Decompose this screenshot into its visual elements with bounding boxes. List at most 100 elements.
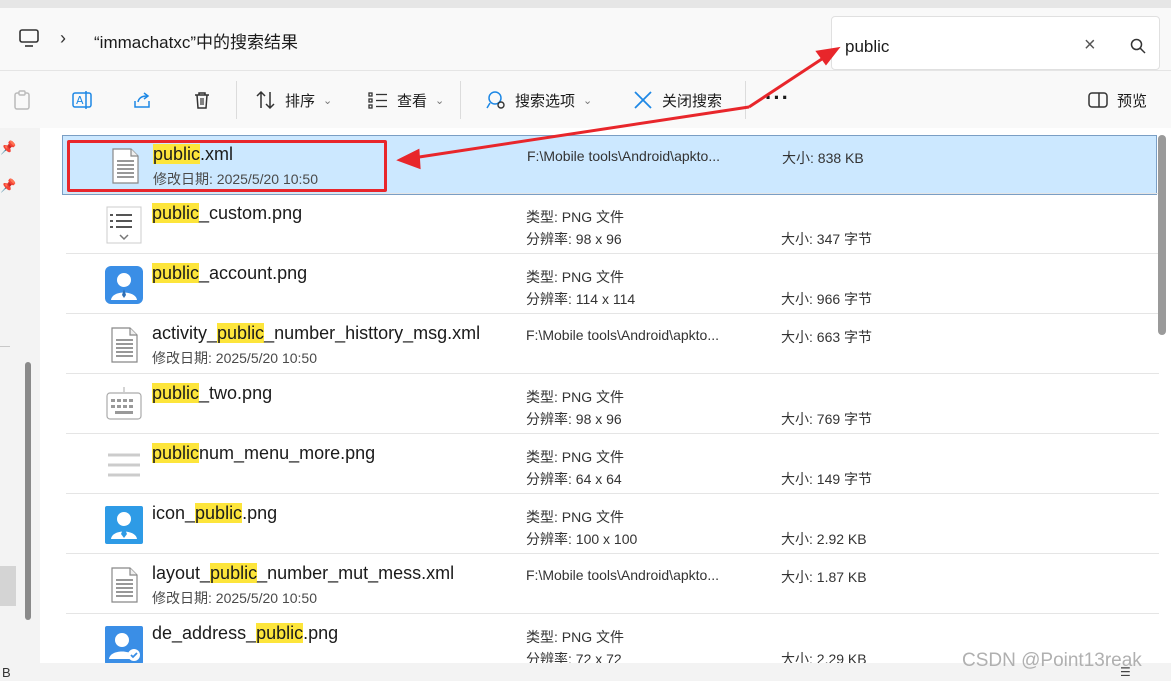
file-name-prefix: activity_	[152, 323, 218, 343]
file-size: 大小: 2.29 KB	[781, 651, 867, 663]
preview-button[interactable]: 预览	[1087, 89, 1147, 111]
file-list: public.xml 修改日期: 2025/5/20 10:50 F:\Mobile…	[40, 128, 1171, 663]
file-type: 类型: PNG 文件	[526, 269, 625, 285]
file-name-suffix: num_menu_more.png	[199, 443, 376, 463]
sort-button[interactable]: 排序 ⌄	[255, 89, 332, 111]
view-list-icon	[368, 92, 387, 109]
search-box[interactable]: public ×	[831, 16, 1160, 70]
row-divider	[66, 313, 1159, 314]
close-search-button[interactable]: 关闭搜索	[632, 89, 722, 111]
document-icon	[104, 565, 144, 605]
file-resolution: 分辨率: 100 x 100	[526, 531, 638, 547]
search-match-highlight: public	[152, 383, 200, 403]
document-icon	[104, 325, 144, 365]
row-divider	[66, 253, 1159, 254]
file-row[interactable]: public_account.png 类型: PNG 文件 分辨率: 114 x 1…	[62, 255, 1155, 313]
status-text: B	[2, 665, 11, 680]
file-modified-date: 修改日期: 2025/5/20 10:50	[152, 590, 317, 606]
file-type: 类型: PNG 文件	[526, 449, 625, 465]
file-name[interactable]: public_custom.png	[152, 203, 302, 224]
share-icon[interactable]	[131, 89, 153, 111]
annotation-box	[67, 140, 387, 192]
search-match-highlight: public	[152, 203, 200, 223]
view-button[interactable]: 查看 ⌄	[367, 89, 444, 111]
file-name-suffix: _two.png	[199, 383, 273, 403]
pin-icon[interactable]: 📌	[0, 140, 16, 156]
search-match-highlight: public	[217, 323, 265, 343]
watermark: CSDN @Point13reak	[962, 650, 1142, 671]
row-divider	[66, 433, 1159, 434]
file-name-suffix: _custom.png	[199, 203, 303, 223]
file-list-scrollbar[interactable]	[1158, 135, 1166, 335]
file-type: 类型: PNG 文件	[526, 509, 625, 525]
list-image-icon	[104, 205, 144, 245]
rename-icon[interactable]: A	[71, 89, 93, 111]
file-size: 大小: 2.92 KB	[781, 531, 867, 547]
file-name[interactable]: de_address_public.png	[152, 623, 338, 644]
search-input[interactable]: public	[845, 37, 889, 57]
search-options-button[interactable]: 搜索选项 ⌄	[485, 89, 592, 111]
person-image-icon	[104, 505, 144, 545]
file-row[interactable]: public_custom.png 类型: PNG 文件 分辨率: 98 x 96 大…	[62, 195, 1155, 253]
row-divider	[66, 373, 1159, 374]
file-path: F:\Mobile tools\Android\apkto...	[527, 148, 720, 164]
breadcrumb-chevron-icon[interactable]: ›	[60, 28, 66, 49]
file-row[interactable]: public_two.png 类型: PNG 文件 分辨率: 98 x 96 大小: …	[62, 375, 1155, 433]
breadcrumb[interactable]: “immachatxc”中的搜索结果	[94, 28, 298, 53]
file-name-suffix: _number_histtory_msg.xml	[264, 323, 481, 343]
more-options-icon[interactable]: ···	[765, 85, 790, 111]
pin-icon[interactable]: 📌	[0, 178, 16, 194]
toolbar-divider	[460, 81, 461, 119]
keyboard-image-icon	[104, 385, 144, 425]
search-options-label: 搜索选项	[515, 92, 576, 110]
preview-label: 预览	[1117, 92, 1148, 110]
row-divider	[66, 613, 1159, 614]
svg-text:A: A	[76, 94, 84, 107]
file-name[interactable]: layout_public_number_mut_mess.xml	[152, 563, 454, 584]
file-resolution: 分辨率: 72 x 72	[526, 651, 622, 663]
file-name[interactable]: public_account.png	[152, 263, 307, 284]
file-name[interactable]: activity_public_number_histtory_msg.xml	[152, 323, 480, 344]
file-size: 大小: 838 KB	[782, 150, 864, 166]
file-size: 大小: 663 字节	[781, 329, 873, 345]
file-size: 大小: 149 字节	[781, 471, 873, 487]
search-icon[interactable]	[1130, 38, 1146, 54]
nav-divider	[0, 346, 10, 347]
file-type: 类型: PNG 文件	[526, 209, 625, 225]
account-image-icon	[104, 265, 144, 305]
close-search-label: 关闭搜索	[662, 92, 723, 110]
file-name-prefix: de_address_	[152, 623, 257, 643]
row-divider	[66, 553, 1159, 554]
file-row[interactable]: publicnum_menu_more.png 类型: PNG 文件 分辨率: 64…	[62, 435, 1155, 493]
file-row[interactable]: icon_public.png 类型: PNG 文件 分辨率: 100 x 100 大…	[62, 495, 1155, 553]
nav-scrollbar[interactable]	[25, 362, 31, 620]
nav-selected-item[interactable]	[0, 566, 16, 606]
computer-icon[interactable]	[18, 27, 40, 49]
title-strip	[0, 0, 1171, 8]
file-name[interactable]: publicnum_menu_more.png	[152, 443, 375, 464]
file-name-suffix: _account.png	[199, 263, 308, 283]
file-modified-date: 修改日期: 2025/5/20 10:50	[152, 350, 317, 366]
close-icon[interactable]: ×	[1084, 35, 1096, 55]
file-type: 类型: PNG 文件	[526, 389, 625, 405]
sort-label: 排序	[285, 92, 316, 110]
file-row[interactable]: activity_public_number_histtory_msg.xml 修…	[62, 315, 1155, 373]
file-name[interactable]: icon_public.png	[152, 503, 277, 524]
delete-icon[interactable]	[191, 89, 213, 111]
file-name-suffix: .png	[242, 503, 278, 523]
file-name-suffix: .png	[303, 623, 339, 643]
paste-icon[interactable]	[11, 89, 33, 111]
person-check-image-icon	[104, 625, 144, 663]
file-size: 大小: 1.87 KB	[781, 569, 867, 585]
close-icon	[634, 91, 652, 109]
file-resolution: 分辨率: 98 x 96	[526, 411, 622, 427]
file-size: 大小: 769 字节	[781, 411, 873, 427]
file-name[interactable]: public_two.png	[152, 383, 272, 404]
view-label: 查看	[397, 92, 428, 110]
file-row[interactable]: layout_public_number_mut_mess.xml 修改日期: 2…	[62, 555, 1155, 613]
search-match-highlight: public	[152, 263, 200, 283]
search-match-highlight: public	[256, 623, 304, 643]
search-match-highlight: public	[195, 503, 243, 523]
file-name-prefix: layout_	[152, 563, 211, 583]
search-match-highlight: public	[152, 443, 200, 463]
